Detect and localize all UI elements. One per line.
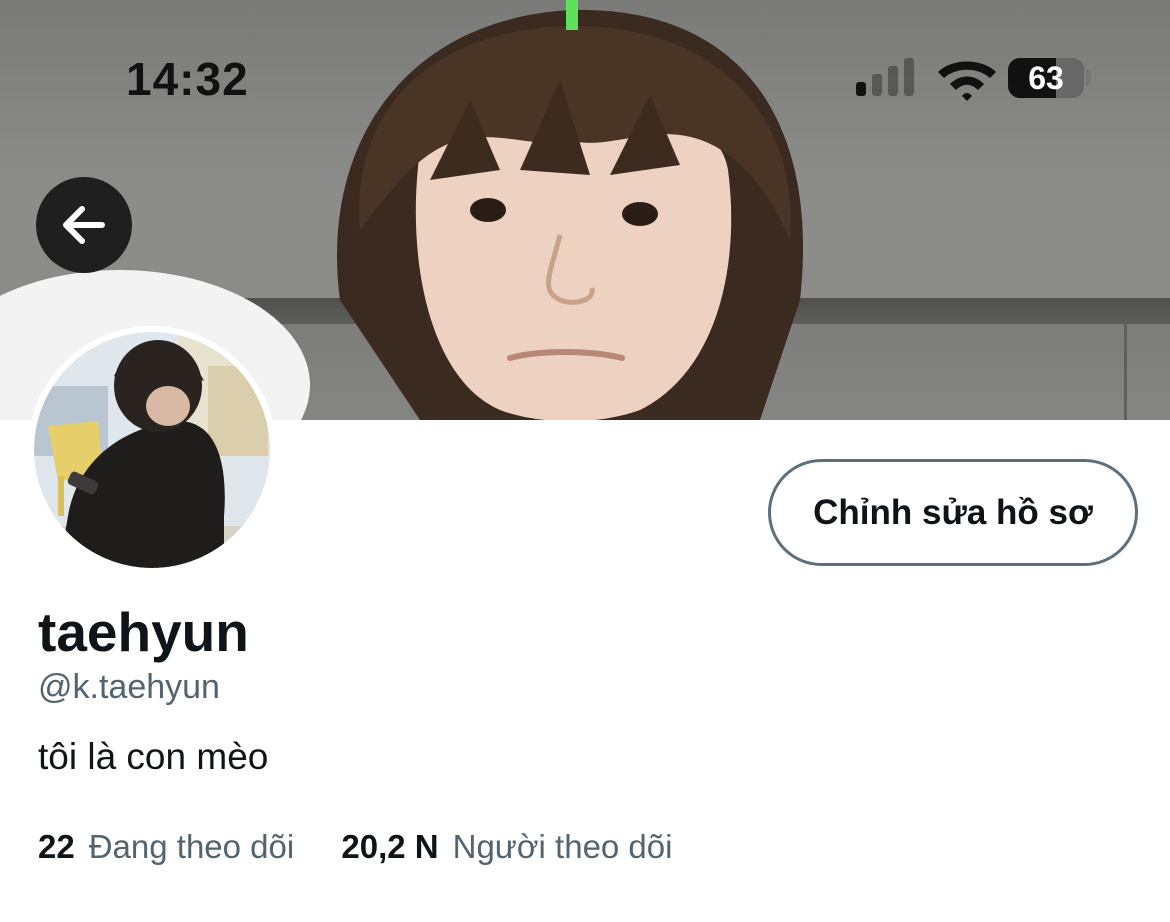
cellular-signal-icon bbox=[856, 58, 914, 96]
banner-green-mark bbox=[566, 0, 578, 30]
battery-indicator: 63 bbox=[1008, 58, 1084, 98]
follow-stats: 22 Đang theo dõi 20,2 N Người theo dõi bbox=[38, 828, 672, 866]
following-count: 22 bbox=[38, 828, 75, 865]
wifi-icon bbox=[938, 61, 996, 101]
battery-tip bbox=[1086, 70, 1091, 86]
back-button[interactable] bbox=[36, 177, 132, 273]
following-stat[interactable]: 22 Đang theo dõi bbox=[38, 828, 294, 866]
following-label: Đang theo dõi bbox=[88, 828, 295, 865]
display-name: taehyun bbox=[38, 601, 249, 663]
followers-count: 20,2 N bbox=[341, 828, 439, 865]
avatar-image bbox=[28, 326, 276, 574]
status-time: 14:32 bbox=[126, 53, 249, 105]
edit-profile-button[interactable]: Chỉnh sửa hồ sơ bbox=[768, 459, 1138, 566]
followers-label: Người theo dõi bbox=[452, 828, 673, 865]
arrow-left-icon bbox=[63, 206, 105, 244]
avatar[interactable] bbox=[28, 326, 276, 574]
bio: tôi là con mèo bbox=[38, 736, 269, 777]
username: @k.taehyun bbox=[38, 668, 220, 706]
battery-level: 63 bbox=[1028, 60, 1064, 96]
followers-stat[interactable]: 20,2 N Người theo dõi bbox=[341, 828, 672, 866]
